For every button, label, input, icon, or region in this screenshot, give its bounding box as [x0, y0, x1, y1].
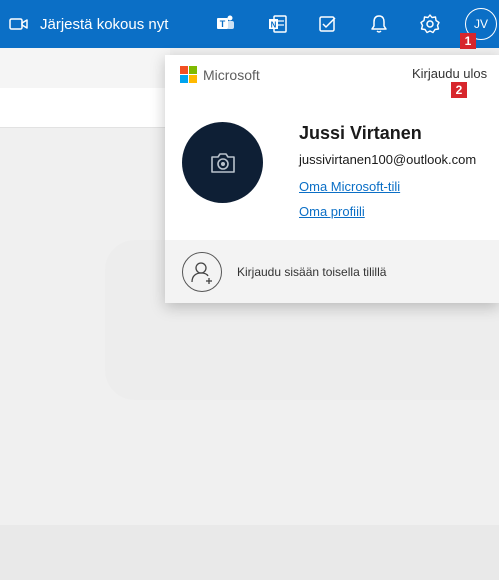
sign-out-link[interactable]: Kirjaudu ulos — [412, 66, 487, 81]
account-card: Microsoft Kirjaudu ulos Jussi Virtanen j… — [165, 55, 499, 303]
svg-text:N: N — [271, 21, 277, 30]
page-background-strip — [0, 48, 170, 88]
my-profile-link[interactable]: Oma profiili — [299, 204, 365, 219]
teams-icon[interactable]: T — [214, 12, 238, 36]
video-camera-icon — [9, 18, 28, 30]
profile-photo[interactable] — [182, 122, 263, 203]
page-background-search — [0, 88, 170, 128]
microsoft-brand-name: Microsoft — [203, 66, 260, 83]
gear-icon[interactable] — [418, 12, 442, 36]
microsoft-logo-icon — [180, 66, 197, 83]
camera-icon — [210, 152, 235, 173]
avatar-initials: JV — [473, 17, 488, 31]
meet-now-label: Järjestä kokous nyt — [40, 15, 169, 33]
svg-text:T: T — [220, 19, 226, 29]
add-person-icon — [182, 252, 222, 292]
callout-badge-1: 1 — [460, 33, 476, 49]
user-email: jussivirtanen100@outlook.com — [299, 152, 477, 167]
sign-in-other-account-button[interactable]: Kirjaudu sisään toisella tilillä — [165, 240, 499, 303]
callout-badge-2: 2 — [451, 82, 467, 98]
meet-now-button[interactable]: Järjestä kokous nyt — [8, 0, 168, 48]
page-background-bottom — [0, 525, 499, 580]
microsoft-logo: Microsoft — [180, 66, 260, 83]
microsoft-account-link[interactable]: Oma Microsoft-tili — [299, 179, 400, 194]
todo-icon[interactable] — [316, 12, 340, 36]
sign-in-other-account-label: Kirjaudu sisään toisella tilillä — [237, 265, 387, 279]
user-name: Jussi Virtanen — [299, 123, 422, 143]
onenote-icon[interactable]: N — [266, 12, 290, 36]
bell-icon[interactable] — [367, 12, 391, 36]
top-bar: Järjestä kokous nyt T N JV — [0, 0, 499, 48]
